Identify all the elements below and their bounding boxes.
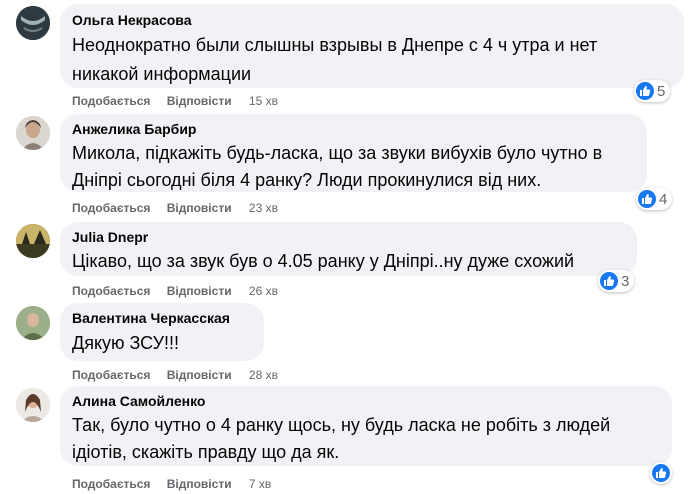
like-icon xyxy=(652,464,670,482)
comment-bubble: Алина Самойленко Так, було чутно о 4 ран… xyxy=(60,386,672,466)
reply-button[interactable]: Відповісти xyxy=(167,201,232,215)
reply-button[interactable]: Відповісти xyxy=(167,368,232,382)
comment-author[interactable]: Валентина Черкасская xyxy=(72,309,252,327)
comment-text-line: Так, було чутно о 4 ранку щось, ну будь … xyxy=(72,415,611,435)
comment-timestamp[interactable]: 26 хв xyxy=(249,284,278,298)
like-button[interactable]: Подобається xyxy=(72,94,150,108)
reply-button[interactable]: Відповісти xyxy=(167,94,232,108)
avatar[interactable] xyxy=(16,224,50,258)
reply-button[interactable]: Відповісти xyxy=(167,477,232,491)
like-icon xyxy=(636,82,654,100)
reaction-count: 5 xyxy=(657,82,666,100)
comment-bubble: Анжелика Барбир Микола, підкажіть будь-л… xyxy=(60,114,647,192)
like-icon xyxy=(638,190,656,208)
like-button[interactable]: Подобається xyxy=(72,284,150,298)
comment-author[interactable]: Julia Dnepr xyxy=(72,228,625,246)
reaction-summary[interactable] xyxy=(650,462,672,484)
comment-timestamp[interactable]: 28 хв xyxy=(249,368,278,382)
avatar[interactable] xyxy=(16,6,50,40)
comment-actions: Подобається Відповісти 28 хв xyxy=(72,368,278,382)
comment-author[interactable]: Алина Самойленко xyxy=(72,392,660,410)
comment-timestamp[interactable]: 15 хв xyxy=(249,94,278,108)
reply-button[interactable]: Відповісти xyxy=(167,284,232,298)
comment-author[interactable]: Ольга Некрасова xyxy=(72,11,672,29)
comment-text-line: Неоднократно были слышны взрывы в Днепре… xyxy=(72,35,598,55)
reaction-count: 3 xyxy=(621,272,630,290)
comment-actions: Подобається Відповісти 15 хв xyxy=(72,94,278,108)
like-icon xyxy=(600,272,618,290)
comment-text-line: никакой информации xyxy=(72,64,252,84)
like-button[interactable]: Подобається xyxy=(72,201,150,215)
reaction-summary[interactable]: 4 xyxy=(636,188,673,210)
comment-bubble: Julia Dnepr Цікаво, що за звук був о 4.0… xyxy=(60,222,637,276)
avatar[interactable] xyxy=(16,306,50,340)
like-button[interactable]: Подобається xyxy=(72,477,150,491)
comment-text-line: Дякую ЗСУ!!! xyxy=(72,333,180,353)
comment-author[interactable]: Анжелика Барбир xyxy=(72,120,635,138)
comment-bubble: Ольга Некрасова Неоднократно были слышны… xyxy=(60,4,684,88)
comment-text-line: Микола, підкажіть будь-ласка, що за звук… xyxy=(72,143,603,163)
avatar[interactable] xyxy=(16,388,50,422)
comment-timestamp[interactable]: 7 хв xyxy=(249,477,271,491)
comment-actions: Подобається Відповісти 26 хв xyxy=(72,284,278,298)
comment-text-line: ідіотів, скажіть правду що да як. xyxy=(72,442,340,462)
reaction-summary[interactable]: 3 xyxy=(598,270,635,292)
avatar[interactable] xyxy=(16,116,50,150)
like-button[interactable]: Подобається xyxy=(72,368,150,382)
comment-text-line: Дніпрі сьогодні біля 4 ранку? Люди проки… xyxy=(72,170,542,190)
comment-bubble: Валентина Черкасская Дякую ЗСУ!!! xyxy=(60,303,264,361)
comment-actions: Подобається Відповісти 7 хв xyxy=(72,477,271,491)
reaction-count: 4 xyxy=(659,190,668,208)
comment-text-line: Цікаво, що за звук був о 4.05 ранку у Дн… xyxy=(72,251,575,271)
comment-timestamp[interactable]: 23 хв xyxy=(249,201,278,215)
reaction-summary[interactable]: 5 xyxy=(634,80,671,102)
comment-actions: Подобається Відповісти 23 хв xyxy=(72,201,278,215)
